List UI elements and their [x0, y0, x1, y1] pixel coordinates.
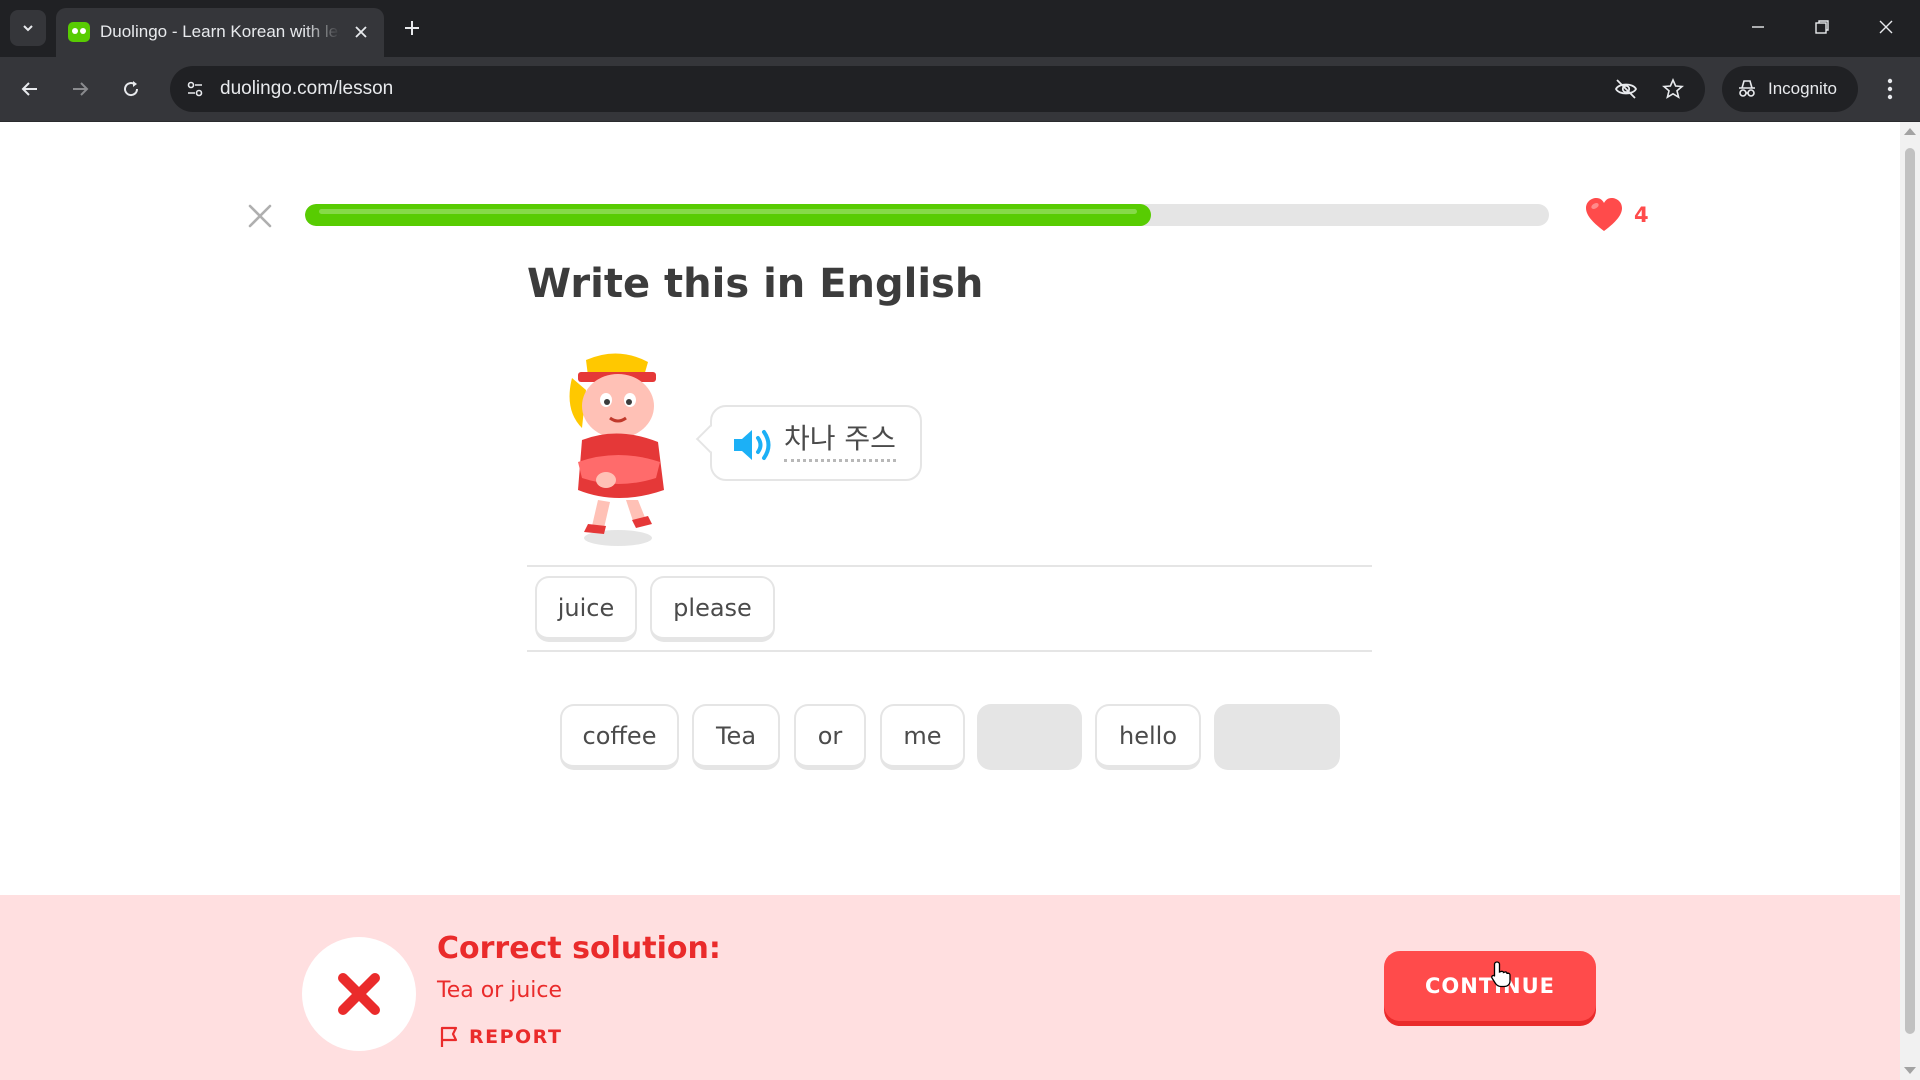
word-bank-tile[interactable]: or	[794, 704, 866, 770]
mouse-pointer-icon	[1491, 961, 1511, 988]
report-label: REPORT	[469, 1026, 563, 1048]
hearts-count: 4	[1634, 203, 1649, 227]
hearts-counter[interactable]: 4	[1584, 196, 1649, 234]
url-text: duolingo.com/lesson	[220, 78, 394, 99]
word-bank-tile-placeholder	[977, 704, 1082, 770]
speech-bubble-tail	[695, 424, 725, 454]
report-button[interactable]: REPORT	[437, 1025, 562, 1049]
word-bank-tile-placeholder	[1214, 704, 1340, 770]
browser-tab-bar: Duolingo - Learn Korean with lessons	[0, 0, 1920, 57]
prompt-title: Write this in English	[527, 261, 984, 307]
incognito-indicator[interactable]: Incognito	[1722, 66, 1858, 112]
word-bank-tile[interactable]: hello	[1095, 704, 1201, 770]
tab-search-button[interactable]	[10, 10, 46, 46]
back-icon	[21, 82, 37, 96]
reload-button[interactable]	[113, 71, 149, 107]
more-icon	[1887, 78, 1893, 100]
eye-off-icon	[1614, 79, 1638, 99]
scrollbar-thumb[interactable]	[1905, 148, 1915, 1034]
site-info-icon	[187, 81, 203, 97]
minimize-icon	[1752, 26, 1764, 28]
answer-tile[interactable]: please	[650, 576, 775, 642]
progress-fill	[305, 204, 1151, 226]
minimize-button[interactable]	[1736, 8, 1780, 46]
back-button[interactable]	[12, 71, 48, 107]
flag-icon	[440, 1026, 458, 1047]
answer-line-top	[527, 565, 1372, 567]
tracking-protection-button[interactable]	[1611, 74, 1641, 104]
bookmark-button[interactable]	[1658, 74, 1688, 104]
tab-title: Duolingo - Learn Korean with lessons	[100, 22, 340, 41]
restore-icon	[1815, 20, 1829, 34]
word-bank-tile[interactable]: coffee	[560, 704, 679, 770]
solution-heading: Correct solution:	[437, 931, 721, 966]
incorrect-badge	[302, 937, 416, 1051]
close-icon	[248, 204, 272, 228]
word-bank-tile[interactable]: Tea	[692, 704, 780, 770]
lesson-page: 4 Write this in English 차나 주스 juice plea…	[0, 122, 1900, 1080]
page-scrollbar[interactable]	[1900, 122, 1920, 1080]
address-bar[interactable]: duolingo.com/lesson	[170, 66, 1705, 112]
browser-menu-button[interactable]	[1872, 71, 1908, 107]
forward-button[interactable]	[62, 71, 98, 107]
close-icon	[1879, 20, 1893, 34]
forward-icon	[73, 82, 89, 96]
close-icon	[355, 26, 367, 38]
source-sentence[interactable]: 차나 주스	[784, 419, 896, 462]
star-icon	[1662, 78, 1684, 99]
answer-tile[interactable]: juice	[535, 576, 637, 642]
word-bank-tile[interactable]: me	[880, 704, 965, 770]
heart-icon	[1586, 198, 1622, 231]
quit-lesson-button[interactable]	[242, 198, 278, 234]
character-illustration	[569, 353, 664, 546]
plus-icon	[405, 21, 419, 35]
solution-text: Tea or juice	[437, 978, 563, 1003]
new-tab-button[interactable]	[396, 12, 428, 44]
feedback-footer: Correct solution: Tea or juice REPORT CO…	[0, 895, 1900, 1080]
incognito-icon	[1739, 80, 1755, 97]
answer-line-bottom	[527, 650, 1372, 652]
speaker-icon[interactable]	[730, 425, 774, 465]
speech-bubble: 차나 주스	[695, 405, 922, 481]
tab-close-button[interactable]	[350, 21, 372, 43]
lesson-progress-bar	[305, 204, 1549, 226]
chevron-down-icon	[23, 25, 33, 32]
restore-button[interactable]	[1800, 8, 1844, 46]
reload-icon	[124, 81, 139, 97]
incognito-label: Incognito	[1768, 79, 1837, 98]
x-mark-icon	[338, 973, 380, 1015]
scroll-up-arrow-icon[interactable]	[1904, 128, 1916, 135]
site-info-button[interactable]	[180, 74, 210, 104]
scroll-down-arrow-icon[interactable]	[1904, 1067, 1916, 1074]
window-close-button[interactable]	[1864, 8, 1908, 46]
browser-toolbar: duolingo.com/lesson Incognito	[0, 57, 1920, 122]
browser-tab[interactable]: Duolingo - Learn Korean with lessons	[56, 8, 384, 57]
duolingo-favicon-icon	[68, 22, 90, 42]
